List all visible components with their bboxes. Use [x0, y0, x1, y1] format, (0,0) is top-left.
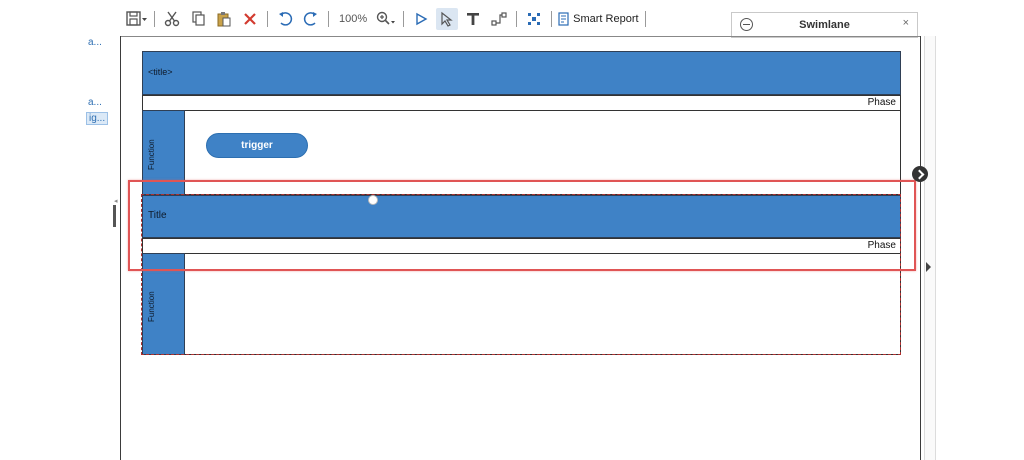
canvas-right-border	[920, 36, 921, 460]
pointer-icon	[441, 11, 453, 27]
toolbar: 100% Smart Report	[124, 6, 729, 32]
paste-icon	[217, 12, 231, 27]
copy-icon	[192, 11, 205, 26]
pool1-title-bar[interactable]: <title>	[142, 51, 901, 95]
save-dropdown-button[interactable]	[126, 8, 148, 30]
undo-icon	[279, 12, 293, 26]
left-panel-item-1[interactable]: a...	[88, 37, 102, 48]
delete-button[interactable]	[239, 8, 261, 30]
toolbar-separator	[551, 11, 553, 27]
play-icon	[416, 12, 428, 26]
smart-report-label: Smart Report	[573, 13, 639, 25]
select-nodes-icon	[528, 13, 541, 25]
pointer-tool-button[interactable]	[436, 8, 459, 30]
highlight-box	[128, 180, 916, 271]
zoom-icon	[376, 11, 396, 25]
zoom-dropdown-button[interactable]	[375, 8, 397, 30]
delete-x-icon	[244, 13, 256, 25]
connector-tool-button[interactable]	[488, 8, 510, 30]
vertical-scrollbar[interactable]	[924, 36, 936, 460]
scissors-icon	[164, 11, 180, 27]
toolbar-separator	[328, 11, 329, 27]
left-panel: a... a... ig...	[0, 0, 116, 460]
select-all-button[interactable]	[523, 8, 545, 30]
present-button[interactable]	[410, 8, 432, 30]
copy-button[interactable]	[187, 8, 209, 30]
left-panel-item-2[interactable]: a...	[88, 97, 102, 108]
swimlane-panel-header: Swimlane ×	[731, 12, 918, 38]
smart-report-button[interactable]: Smart Report	[558, 8, 639, 30]
splitter-collapse-icon[interactable]: ◂	[114, 198, 118, 205]
panel-expand-arrow-icon[interactable]	[926, 262, 931, 272]
cut-button[interactable]	[161, 8, 183, 30]
report-icon	[558, 12, 569, 26]
expand-arrow-circle-icon[interactable]	[912, 166, 928, 182]
pool1-title-text: <title>	[148, 67, 173, 77]
redo-button[interactable]	[300, 8, 322, 30]
connector-icon	[491, 12, 507, 26]
zoom-level[interactable]: 100%	[335, 8, 371, 30]
paste-button[interactable]	[213, 8, 235, 30]
canvas-left-border	[120, 36, 121, 460]
text-tool-button[interactable]	[462, 8, 484, 30]
undo-button[interactable]	[274, 8, 296, 30]
trigger-shape[interactable]: trigger	[206, 133, 308, 158]
left-panel-item-3[interactable]: ig...	[86, 112, 109, 125]
toolbar-separator	[516, 11, 518, 27]
pool1-phase-label: Phase	[867, 97, 896, 108]
toolbar-separator	[267, 11, 268, 27]
pool1-phase-row[interactable]: Phase	[142, 95, 901, 111]
close-icon[interactable]: ×	[903, 17, 909, 29]
save-icon	[126, 11, 147, 26]
redo-icon	[303, 12, 317, 26]
toolbar-separator	[644, 11, 646, 27]
toolbar-separator	[403, 11, 405, 27]
splitter-handle[interactable]	[113, 205, 116, 227]
pool1-function-label: Function	[147, 139, 156, 170]
toolbar-separator	[154, 11, 155, 27]
text-t-icon	[467, 13, 480, 25]
swimlane-panel-title: Swimlane	[799, 19, 850, 31]
canvas-top-border	[120, 36, 921, 37]
